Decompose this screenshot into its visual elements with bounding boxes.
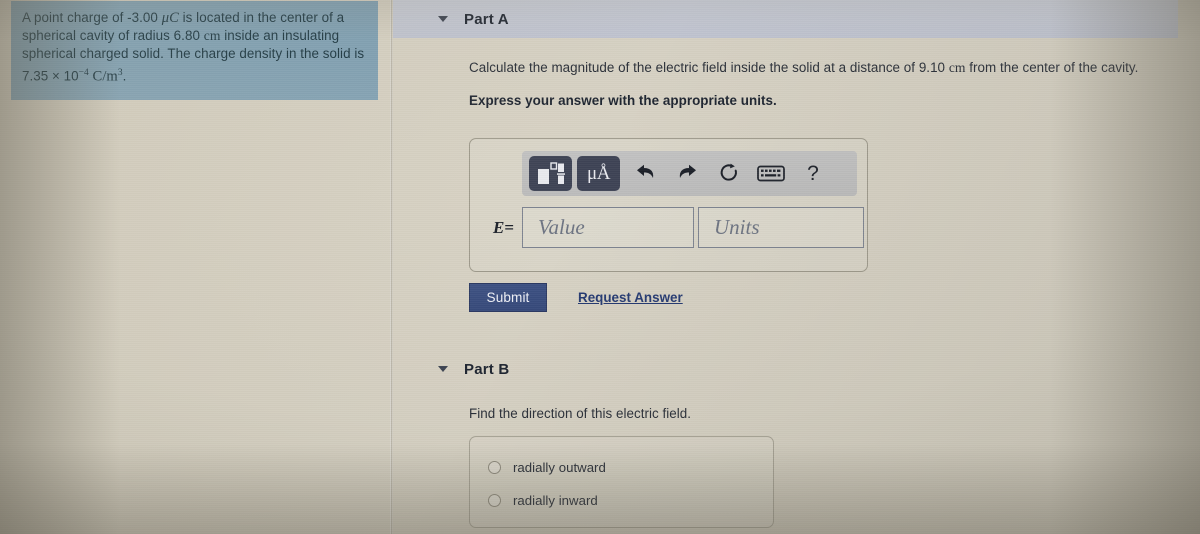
- part-b-header[interactable]: Part B: [393, 350, 1178, 388]
- reset-button[interactable]: [709, 156, 749, 191]
- units-entry-button[interactable]: μÅ: [577, 156, 620, 191]
- part-a-actions: Submit Request Answer: [469, 283, 683, 312]
- choice-label: radially outward: [513, 460, 606, 475]
- charge-density-unit: C/m: [92, 68, 118, 85]
- reset-icon: [720, 163, 737, 181]
- cavity-radius-unit: cm: [203, 28, 221, 44]
- answer-units-placeholder: Units: [714, 215, 760, 239]
- part-b-question: Find the direction of this electric fiel…: [469, 406, 691, 421]
- part-a-title: Part A: [464, 10, 509, 28]
- part-b-title: Part B: [464, 360, 510, 378]
- answer-units-input[interactable]: Units: [698, 207, 864, 248]
- part-a-question-unit: cm: [948, 60, 966, 75]
- keyboard-button[interactable]: [751, 156, 791, 191]
- choice-radially-outward[interactable]: radially outward: [470, 451, 773, 484]
- part-a-answer-box: μÅ ? E= Value Units: [469, 138, 868, 272]
- part-b-choices: radially outward radially inward: [469, 436, 774, 528]
- charge-density-exponent: −4: [78, 67, 89, 78]
- answer-variable-name: E: [492, 217, 505, 237]
- part-a-question-post: from the center of the cavity.: [969, 60, 1139, 75]
- charge-unit-symbol: μC: [161, 10, 179, 26]
- part-a-instruction: Express your answer with the appropriate…: [469, 93, 777, 108]
- submit-button[interactable]: Submit: [469, 283, 547, 312]
- answer-variable-label: E=: [482, 218, 522, 238]
- answer-value-placeholder: Value: [538, 215, 585, 239]
- answer-toolbar: μÅ ?: [522, 151, 857, 196]
- radio-button-icon[interactable]: [488, 461, 501, 474]
- assignment-parts-pane: Part A Calculate the magnitude of the el…: [393, 0, 1200, 534]
- problem-text-part-1: A point charge of -3.00: [22, 10, 158, 25]
- choice-label: radially inward: [513, 493, 598, 508]
- problem-text-trailing: .: [122, 68, 127, 84]
- radio-button-icon[interactable]: [488, 494, 501, 507]
- answer-equals-sign: =: [504, 217, 514, 237]
- problem-statement-pane: A point charge of -3.00 μC is located in…: [0, 0, 391, 534]
- part-b-collapse-caret-icon[interactable]: [438, 366, 448, 372]
- redo-icon: [679, 164, 696, 178]
- math-template-icon: [537, 161, 565, 184]
- choice-radially-inward[interactable]: radially inward: [470, 484, 773, 517]
- part-a-header[interactable]: Part A: [393, 0, 1178, 38]
- part-a-question: Calculate the magnitude of the electric …: [469, 58, 1200, 77]
- part-a-body: Calculate the magnitude of the electric …: [393, 58, 1200, 108]
- part-a-collapse-caret-icon[interactable]: [438, 16, 448, 22]
- keyboard-icon: [757, 165, 785, 182]
- help-button[interactable]: ?: [793, 156, 833, 191]
- redo-button[interactable]: [667, 156, 707, 191]
- answer-value-input[interactable]: Value: [522, 207, 694, 248]
- answer-entry-row: E= Value Units: [482, 207, 864, 248]
- question-mark-icon: ?: [807, 161, 819, 185]
- part-b-body: Find the direction of this electric fiel…: [393, 404, 691, 423]
- undo-icon: [636, 164, 653, 178]
- math-template-button[interactable]: [529, 156, 572, 191]
- part-a-question-pre: Calculate the magnitude of the electric …: [469, 60, 946, 75]
- problem-statement-box: A point charge of -3.00 μC is located in…: [11, 1, 378, 100]
- screen-photo-surface: A point charge of -3.00 μC is located in…: [0, 0, 1200, 534]
- undo-button[interactable]: [625, 156, 665, 191]
- request-answer-link[interactable]: Request Answer: [578, 290, 683, 305]
- micro-angstrom-icon: μÅ: [587, 162, 610, 184]
